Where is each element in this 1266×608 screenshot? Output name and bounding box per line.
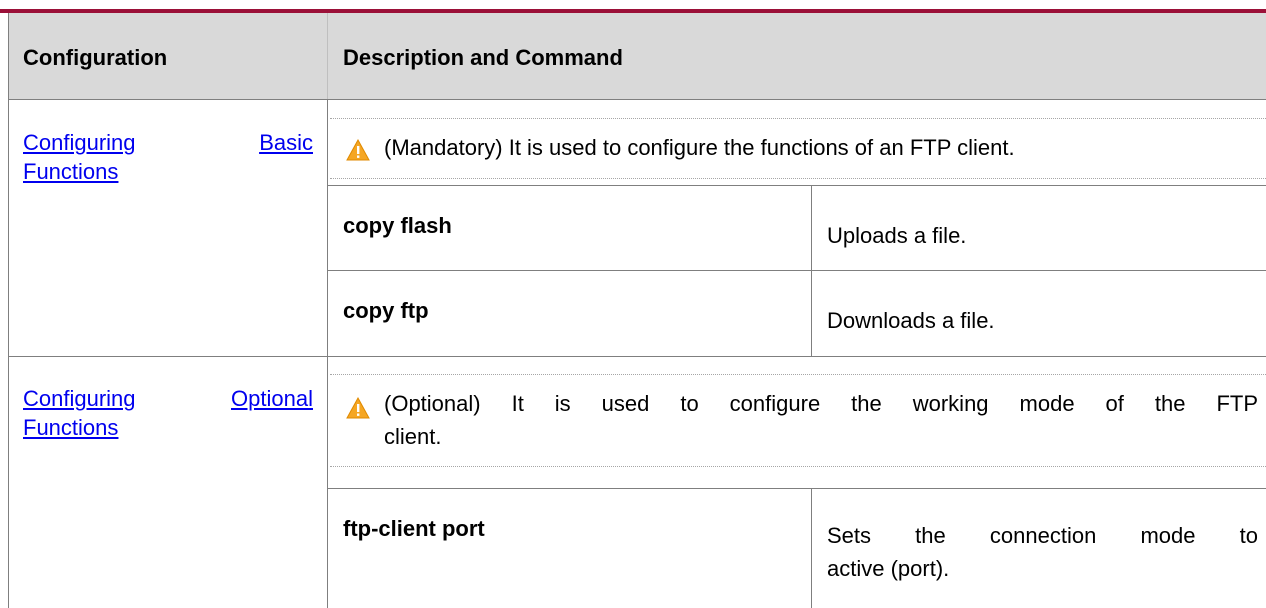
- note-mandatory: (Mandatory) It is used to configure the …: [384, 135, 1015, 160]
- table-header-row: [8, 13, 1266, 99]
- link-text-part: Functions: [23, 415, 119, 440]
- table-left-border: [8, 13, 9, 608]
- warning-triangle-icon: [346, 397, 370, 419]
- command-ftp-client-port: ftp-client port: [343, 516, 485, 541]
- command-description: Downloads a file.: [827, 308, 995, 333]
- header-configuration: Configuration: [23, 45, 168, 70]
- command-row-divider: [327, 270, 1266, 271]
- note-line: (Optional) It is used to configure the w…: [384, 391, 1258, 416]
- link-configuring-optional-functions[interactable]: Configuring Optional Functions: [23, 384, 313, 442]
- link-text-part: Functions: [23, 159, 119, 184]
- row-divider: [8, 99, 1266, 100]
- section-divider: [8, 356, 1266, 357]
- command-block-top: [327, 488, 1266, 489]
- note-bottom-rule: [330, 466, 1266, 467]
- command-copy-ftp: copy ftp: [343, 298, 429, 323]
- note-line: client.: [384, 424, 442, 449]
- note-top-rule: [330, 374, 1266, 375]
- link-text-part: Optional: [231, 386, 313, 411]
- command-description: Uploads a file.: [827, 223, 967, 248]
- command-block-top: [327, 185, 1266, 186]
- note-bottom-rule: [330, 178, 1266, 179]
- warning-triangle-icon: [346, 139, 370, 161]
- header-divider: [327, 13, 328, 99]
- command-column-divider: [811, 488, 812, 608]
- link-text-part: Configuring: [23, 130, 136, 155]
- column-divider: [327, 99, 328, 608]
- command-description: Sets the connection mode to active (port…: [827, 519, 1258, 585]
- note-optional: (Optional) It is used to configure the w…: [384, 387, 1258, 453]
- note-top-rule: [330, 118, 1266, 119]
- link-text-part: Configuring: [23, 386, 136, 411]
- description-line: active (port).: [827, 556, 950, 581]
- description-line: Sets the connection mode to: [827, 523, 1258, 548]
- command-copy-flash: copy flash: [343, 213, 452, 238]
- header-description: Description and Command: [343, 45, 623, 70]
- link-text-part: Basic: [259, 130, 313, 155]
- link-configuring-basic-functions[interactable]: Configuring Basic Functions: [23, 128, 313, 186]
